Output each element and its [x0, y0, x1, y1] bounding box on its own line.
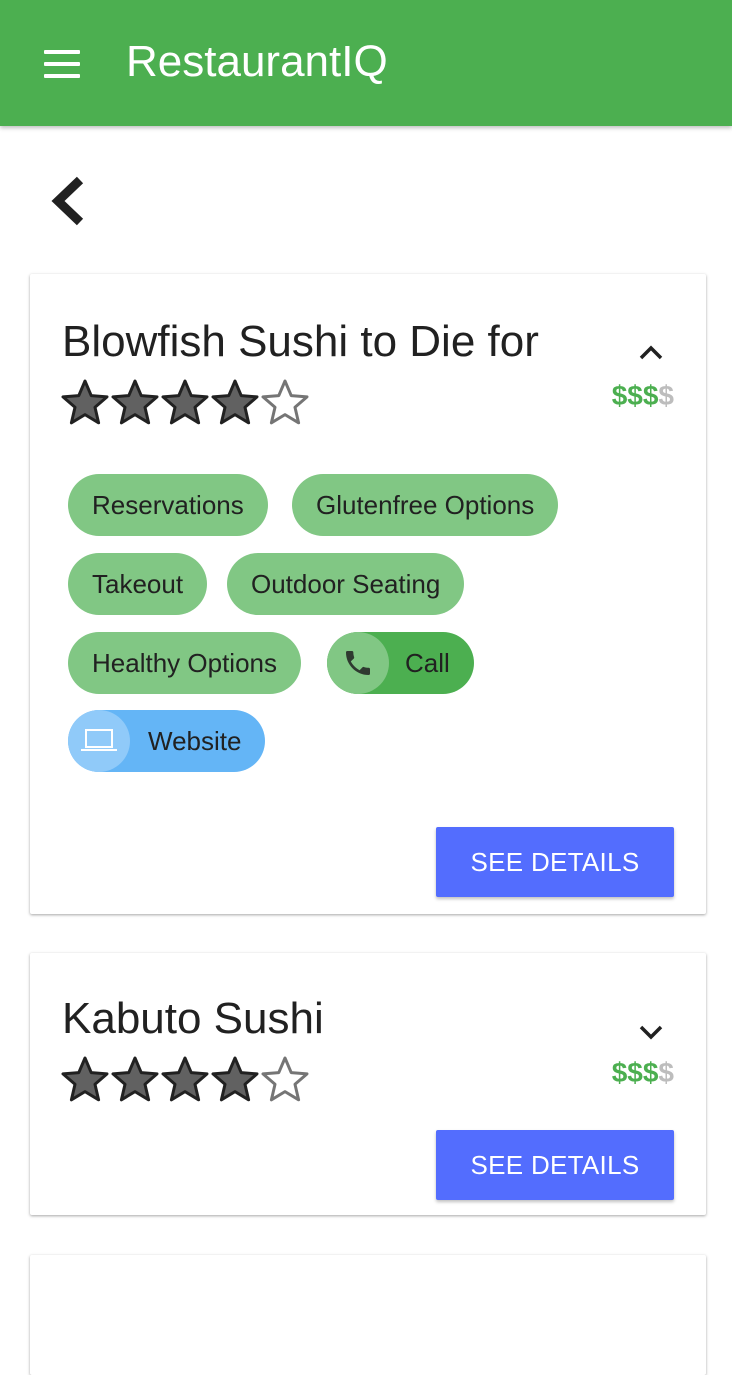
restaurant-name: Kabuto Sushi: [62, 994, 324, 1043]
star-filled-icon: [211, 1056, 259, 1102]
price-level: $$$$: [612, 1057, 674, 1089]
restaurant-card: Kabuto Sushi $$$$ SEE DETAILS: [30, 953, 706, 1215]
restaurant-name: Blowfish Sushi to Die for: [62, 317, 539, 366]
star-filled-icon: [161, 1056, 209, 1102]
price-level-active: $$$: [611, 1057, 659, 1088]
price-level: $$$$: [612, 380, 674, 412]
menu-icon[interactable]: [44, 50, 82, 78]
star-filled-icon: [111, 379, 159, 425]
chevron-down-icon[interactable]: [636, 1021, 666, 1043]
price-level-active: $$$: [611, 380, 659, 411]
website-chip[interactable]: Website: [68, 710, 266, 772]
laptop-icon: [68, 710, 130, 772]
tag-chip[interactable]: Glutenfree Options: [292, 474, 559, 536]
tag-chip[interactable]: Reservations: [68, 474, 268, 536]
star-rating: [60, 1055, 310, 1105]
tag-chip[interactable]: Outdoor Seating: [227, 553, 465, 615]
price-level-inactive: $: [658, 1057, 674, 1088]
price-level-inactive: $: [658, 380, 674, 411]
website-label: Website: [148, 726, 242, 756]
restaurant-card: Blowfish Sushi to Die for $$$$ Reservati…: [30, 274, 706, 914]
star-filled-icon: [61, 379, 109, 425]
star-filled-icon: [211, 379, 259, 425]
app-bar: RestaurantIQ: [0, 0, 732, 126]
tag-chip[interactable]: Takeout: [68, 553, 208, 615]
see-details-button[interactable]: SEE DETAILS: [436, 827, 674, 897]
phone-icon: [327, 632, 389, 694]
app-title: RestaurantIQ: [126, 37, 388, 86]
star-empty-icon: [261, 1056, 309, 1102]
star-filled-icon: [161, 379, 209, 425]
see-details-button[interactable]: SEE DETAILS: [436, 1130, 674, 1200]
star-rating: [60, 378, 310, 428]
call-chip[interactable]: Call: [327, 632, 474, 694]
tag-chip[interactable]: Healthy Options: [68, 632, 301, 694]
call-label: Call: [405, 648, 450, 678]
star-empty-icon: [261, 379, 309, 425]
star-filled-icon: [111, 1056, 159, 1102]
restaurant-card: [30, 1255, 706, 1375]
chevron-left-icon[interactable]: [44, 170, 94, 232]
chevron-up-icon[interactable]: [636, 342, 666, 364]
star-filled-icon: [61, 1056, 109, 1102]
